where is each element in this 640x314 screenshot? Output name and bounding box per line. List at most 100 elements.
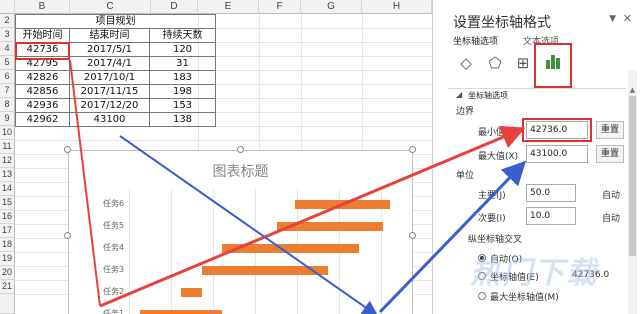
minor-unit-input[interactable]: 10.0 bbox=[526, 207, 576, 225]
major-auto-label: 自动 bbox=[602, 191, 621, 201]
row-header[interactable]: 3 bbox=[0, 28, 15, 42]
min-bound-highlight bbox=[522, 118, 592, 142]
table-title[interactable]: 项目规划 bbox=[15, 14, 216, 29]
gantt-bar[interactable] bbox=[180, 287, 202, 297]
header-start[interactable]: 开始时间 bbox=[15, 28, 70, 43]
cell-days[interactable]: 198 bbox=[149, 84, 216, 99]
min-reset-button[interactable]: 重置 bbox=[596, 121, 624, 139]
selected-cell-highlight bbox=[15, 42, 70, 60]
units-label: 单位 bbox=[456, 171, 475, 181]
row-header[interactable]: 18 bbox=[0, 238, 15, 252]
resize-handle[interactable] bbox=[409, 146, 416, 153]
row-header[interactable]: 15 bbox=[0, 196, 15, 210]
pane-scrollbar[interactable] bbox=[628, 70, 637, 314]
resize-handle[interactable] bbox=[64, 146, 71, 153]
cell-days[interactable]: 120 bbox=[149, 42, 216, 57]
minor-label: 次要(I) bbox=[478, 214, 506, 224]
resize-handle[interactable] bbox=[64, 232, 71, 239]
gantt-bar[interactable] bbox=[277, 221, 383, 231]
category-label: 任务4 bbox=[103, 242, 125, 252]
min-label: 最小值(B) bbox=[478, 128, 519, 138]
category-label: 任务5 bbox=[103, 220, 125, 230]
chart-title[interactable]: 图表标题 bbox=[69, 161, 412, 181]
cell-days[interactable]: 138 bbox=[149, 112, 216, 127]
row-header[interactable]: 11 bbox=[0, 140, 15, 154]
row-header[interactable]: 8 bbox=[0, 98, 15, 112]
major-unit-input[interactable]: 50.0 bbox=[526, 184, 576, 202]
cell-start[interactable]: 42936 bbox=[15, 98, 70, 113]
row-header[interactable]: 19 bbox=[0, 252, 15, 266]
category-label: 任务2 bbox=[103, 286, 125, 296]
fill-line-icon[interactable]: ◇ bbox=[455, 52, 477, 74]
pane-title: 设置坐标轴格式 bbox=[453, 15, 551, 31]
col-header-f[interactable]: F bbox=[259, 0, 301, 14]
row-header[interactable]: 9 bbox=[0, 112, 15, 126]
col-header-c[interactable]: C bbox=[70, 0, 151, 14]
col-header-g[interactable]: G bbox=[301, 0, 362, 14]
max-reset-button[interactable]: 重置 bbox=[596, 145, 624, 163]
col-header-h[interactable]: H bbox=[362, 0, 432, 14]
axis-cross-label: 纵坐标轴交叉 bbox=[468, 235, 523, 245]
major-label: 主要(J) bbox=[478, 191, 506, 201]
col-header-d[interactable]: D bbox=[151, 0, 198, 14]
row-header[interactable]: 10 bbox=[0, 126, 15, 140]
section-title[interactable]: 坐标轴选项 bbox=[468, 90, 508, 101]
row-header[interactable]: 13 bbox=[0, 168, 15, 182]
category-label: 任务3 bbox=[103, 264, 125, 274]
cell-days[interactable]: 153 bbox=[149, 98, 216, 113]
cell-days[interactable]: 183 bbox=[149, 70, 216, 85]
gantt-bar[interactable] bbox=[222, 243, 359, 253]
resize-handle[interactable] bbox=[237, 146, 244, 153]
cell-days[interactable]: 31 bbox=[149, 56, 216, 71]
cell-end[interactable]: 2017/4/1 bbox=[69, 56, 150, 71]
spreadsheet: B C D E F G H 2 3 4 5 6 7 8 9 10 11 12 1… bbox=[0, 0, 432, 314]
table-row: 42856 2017/11/15 198 bbox=[15, 84, 216, 99]
row-header[interactable]: 17 bbox=[0, 224, 15, 238]
table-row: 42962 43100 138 bbox=[15, 112, 216, 127]
plot-area[interactable]: 任务1 任务2 任务3 任务4 任务5 任务6 bbox=[99, 189, 397, 314]
scroll-up-icon[interactable]: ▲ bbox=[628, 86, 637, 94]
cell-start[interactable]: 42962 bbox=[15, 112, 70, 127]
tab-axis-options[interactable]: 坐标轴选项 bbox=[453, 34, 498, 47]
row-header[interactable]: 7 bbox=[0, 84, 15, 98]
row-header[interactable]: 2 bbox=[0, 14, 15, 28]
row-header[interactable]: 14 bbox=[0, 182, 15, 196]
cell-start[interactable]: 42826 bbox=[15, 70, 70, 85]
cell-end[interactable]: 2017/12/20 bbox=[69, 98, 150, 113]
row-header[interactable] bbox=[0, 294, 15, 314]
gantt-bar[interactable] bbox=[201, 265, 328, 275]
gantt-bar[interactable] bbox=[139, 309, 223, 314]
gantt-bar[interactable] bbox=[295, 199, 391, 209]
row-header[interactable]: 12 bbox=[0, 154, 15, 168]
max-label: 最大值(X) bbox=[478, 152, 519, 162]
header-days[interactable]: 持续天数 bbox=[149, 28, 216, 43]
radio-max-axis[interactable] bbox=[478, 292, 486, 300]
row-header[interactable]: 4 bbox=[0, 42, 15, 56]
corner-cell[interactable] bbox=[0, 0, 15, 14]
size-properties-icon[interactable]: ⊞ bbox=[512, 52, 534, 74]
cell-end[interactable]: 43100 bbox=[69, 112, 150, 127]
cell-end[interactable]: 2017/5/1 bbox=[69, 42, 150, 57]
category-label: 任务6 bbox=[103, 198, 125, 208]
row-header[interactable]: 20 bbox=[0, 266, 15, 280]
collapse-icon[interactable]: ◢ bbox=[456, 90, 462, 99]
cell-start[interactable]: 42856 bbox=[15, 84, 70, 99]
max-bound-input[interactable]: 43100.0 bbox=[526, 145, 588, 163]
col-header-b[interactable]: B bbox=[15, 0, 70, 14]
row-header[interactable]: 16 bbox=[0, 210, 15, 224]
row-header[interactable]: 6 bbox=[0, 70, 15, 84]
cell-end[interactable]: 2017/10/1 bbox=[69, 70, 150, 85]
table-row: 42936 2017/12/20 153 bbox=[15, 98, 216, 113]
col-header-e[interactable]: E bbox=[198, 0, 259, 14]
chevron-down-icon[interactable]: ▼ bbox=[609, 14, 616, 24]
cell-end[interactable]: 2017/11/15 bbox=[69, 84, 150, 99]
header-end[interactable]: 结束时间 bbox=[69, 28, 150, 43]
resize-handle[interactable] bbox=[409, 232, 416, 239]
row-header[interactable]: 21 bbox=[0, 280, 15, 294]
scrollbar-thumb[interactable] bbox=[629, 96, 636, 256]
project-table: 项目规划 开始时间 结束时间 持续天数 42736 2017/5/1 120 4… bbox=[15, 14, 216, 127]
close-icon[interactable]: ✕ bbox=[623, 12, 632, 25]
effects-icon[interactable]: ⬠ bbox=[484, 52, 506, 74]
gantt-chart[interactable]: 图表标题 任务1 任务2 任务3 任务4 任务5 任务6 bbox=[68, 150, 413, 314]
row-header[interactable]: 5 bbox=[0, 56, 15, 70]
